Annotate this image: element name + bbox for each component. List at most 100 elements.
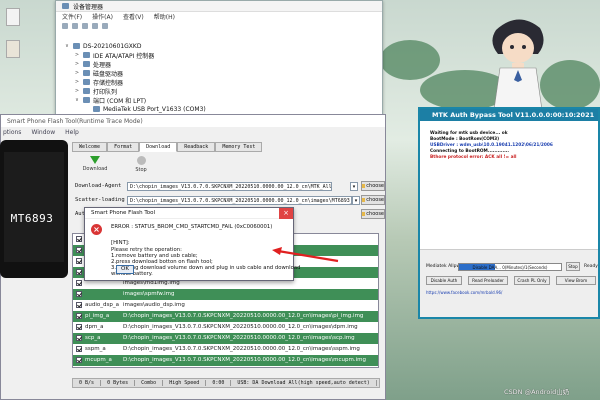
dialog-titlebar[interactable]: Smart Phone Flash Tool bbox=[85, 208, 293, 219]
disable-auth-button[interactable]: Disable Auth bbox=[426, 276, 462, 285]
dialog-title: Smart Phone Flash Tool bbox=[91, 210, 156, 216]
partition-checkbox[interactable] bbox=[76, 313, 82, 320]
partition-path: images\md1img.img bbox=[123, 280, 180, 287]
log-line: BootMode : BootRom(COM3) bbox=[430, 137, 500, 142]
partition-name: mcupm_a bbox=[85, 357, 112, 364]
partition-checkbox[interactable] bbox=[76, 269, 82, 276]
partition-path: D:\chopin_images_V13.0.7.0.SKPCNXM_20220… bbox=[123, 335, 355, 342]
expand-arrow-icon[interactable]: ∨ bbox=[64, 43, 70, 49]
download-agent-choose-button[interactable]: choose bbox=[361, 181, 385, 191]
phone-image bbox=[0, 140, 68, 278]
tab-readback[interactable]: Readback bbox=[177, 142, 216, 152]
partition-row[interactable]: pi_img_a D:\chopin_images_V13.0.7.0.SKPCN… bbox=[73, 311, 378, 322]
stop-button[interactable]: Stop bbox=[128, 154, 154, 178]
menu-options[interactable]: ptions bbox=[3, 129, 21, 136]
expand-arrow-icon[interactable]: > bbox=[74, 88, 80, 94]
device-icon bbox=[83, 61, 90, 67]
flash-tool-titlebar[interactable]: Smart Phone Flash Tool(Runtime Trace Mod… bbox=[1, 115, 385, 127]
menu-file[interactable]: 文件(F) bbox=[62, 12, 82, 21]
scatter-choose-button[interactable]: choose bbox=[361, 195, 385, 205]
expand-arrow-icon[interactable]: > bbox=[74, 79, 80, 85]
device-icon bbox=[73, 43, 80, 49]
read-preloader-button[interactable]: Read Preloader bbox=[468, 276, 508, 285]
partition-path: images\spmfw.img bbox=[123, 291, 175, 298]
expand-arrow-icon[interactable]: > bbox=[74, 52, 80, 58]
download-arrow-icon bbox=[90, 156, 100, 164]
menu-window[interactable]: Window bbox=[31, 129, 55, 136]
scatter-dropdown[interactable]: ▾ bbox=[352, 196, 360, 205]
partition-row[interactable]: images\spmfw.img bbox=[73, 289, 378, 300]
download-agent-input[interactable]: D:\chopin_images_V13.0.7.0.SKPCNXM_20220… bbox=[127, 182, 332, 191]
device-manager-icon bbox=[62, 3, 69, 9]
menu-help[interactable]: Help bbox=[65, 129, 79, 136]
red-arrow-annotation bbox=[272, 247, 339, 263]
error-message: ERROR : STATUS_BROM_CMD_STARTCMD_FAIL (0… bbox=[111, 224, 273, 230]
window-title: Smart Phone Flash Tool(Runtime Trace Mod… bbox=[7, 117, 143, 125]
ok-button[interactable]: OK bbox=[116, 265, 134, 274]
partition-path: D:\chopin_images_V13.0.7.0.SKPCNXM_20220… bbox=[123, 346, 360, 353]
status-bytes: 0 Bytes bbox=[101, 380, 136, 386]
partition-checkbox[interactable] bbox=[76, 280, 82, 287]
partition-checkbox[interactable] bbox=[76, 346, 82, 353]
expand-arrow-icon[interactable]: ∨ bbox=[74, 97, 80, 103]
download-button[interactable]: Download bbox=[82, 154, 108, 178]
partition-checkbox[interactable] bbox=[76, 291, 82, 298]
folder-icon bbox=[362, 198, 366, 202]
footer-link[interactable]: https://www.facebook.com/mrbald.96/ bbox=[426, 290, 502, 295]
partition-checkbox[interactable] bbox=[76, 236, 82, 243]
mtk-titlebar[interactable]: MTK Auth Bypass Tool V11.0.0.0:00:10:202… bbox=[420, 109, 598, 121]
partition-checkbox[interactable] bbox=[76, 357, 82, 364]
view-brom-button[interactable]: View Brom bbox=[556, 276, 596, 285]
auth-choose-button[interactable]: choose bbox=[361, 209, 385, 219]
folder-icon bbox=[362, 212, 366, 216]
partition-path: D:\chopin_images_V13.0.7.0.SKPCNXM_20220… bbox=[123, 324, 358, 331]
partition-row[interactable]: scp_a D:\chopin_images_V13.0.7.0.SKPCNXM_… bbox=[73, 333, 378, 344]
properties-icon[interactable] bbox=[82, 22, 88, 29]
menu-view[interactable]: 查看(V) bbox=[123, 12, 144, 21]
stop-button[interactable]: Stop bbox=[566, 262, 580, 271]
partition-checkbox[interactable] bbox=[76, 324, 82, 331]
partition-row[interactable]: mcupm_a D:\chopin_images_V13.0.7.0.SKPCNX… bbox=[73, 355, 378, 366]
tab-download[interactable]: Download bbox=[139, 142, 178, 152]
close-icon[interactable]: × bbox=[279, 208, 293, 219]
status-speed: 0 B/s bbox=[73, 380, 102, 386]
partition-checkbox[interactable] bbox=[76, 335, 82, 342]
menu-action[interactable]: 操作(A) bbox=[92, 12, 113, 21]
expand-arrow-icon[interactable]: > bbox=[74, 61, 80, 67]
download-agent-dropdown[interactable]: ▾ bbox=[350, 182, 358, 191]
partition-row[interactable]: sspm_a D:\chopin_images_V13.0.7.0.SKPCNXM… bbox=[73, 344, 378, 355]
device-tree-label: DS-20210601GXKD bbox=[83, 42, 142, 50]
desktop-file-icon[interactable] bbox=[6, 40, 20, 58]
partition-path: D:\chopin_images_V13.0.7.0.SKPCNXM_20220… bbox=[123, 313, 364, 320]
device-manager-titlebar[interactable]: 设备管理器 bbox=[56, 1, 382, 12]
partition-row[interactable]: audio_dsp_a images\audio_dsp.img bbox=[73, 300, 378, 311]
tab-welcome[interactable]: Welcome bbox=[72, 142, 108, 152]
back-icon[interactable] bbox=[62, 22, 68, 29]
device-tree-label: MediaTek USB Port_V1633 (COM3) bbox=[103, 105, 206, 113]
scatter-input[interactable]: D:\chopin_images_V13.0.7.0.SKPCNXM_20220… bbox=[127, 196, 352, 205]
device-manager-window: 设备管理器 文件(F) 操作(A) 查看(V) 帮助(H) ∨ DS-202106… bbox=[55, 0, 383, 123]
stop-label: Stop bbox=[135, 167, 147, 173]
window-title: 设备管理器 bbox=[73, 3, 104, 11]
crash-pl-only-button[interactable]: Crash PL Only bbox=[514, 276, 550, 285]
hint-header: [HINT]: bbox=[111, 240, 130, 246]
forward-icon[interactable] bbox=[72, 22, 78, 29]
expand-arrow-icon[interactable]: > bbox=[74, 70, 80, 76]
status-bar: 0 B/s 0 Bytes Combo High Speed 0:00 USB:… bbox=[72, 378, 380, 388]
partition-row[interactable]: dpm_a D:\chopin_images_V13.0.7.0.SKPCNXM_… bbox=[73, 322, 378, 333]
tab-memory-test[interactable]: Memory Test bbox=[215, 142, 263, 152]
progress-text: Disable DAA... 0(Minutes)/1(Seconds) bbox=[472, 265, 548, 270]
mtk-control-panel: Mediatek Allpwk Disable DAA... 0(Minutes… bbox=[420, 249, 598, 317]
menu-help[interactable]: 帮助(H) bbox=[154, 12, 175, 21]
partition-checkbox[interactable] bbox=[76, 247, 82, 254]
device-icon bbox=[83, 79, 90, 85]
partition-checkbox[interactable] bbox=[76, 302, 82, 309]
scan-hardware-icon[interactable] bbox=[102, 22, 108, 29]
partition-name: scp_a bbox=[85, 335, 101, 342]
partition-name: dpm_a bbox=[85, 324, 104, 331]
help-icon[interactable] bbox=[92, 22, 98, 29]
desktop-file-icon[interactable] bbox=[6, 8, 20, 26]
folder-icon bbox=[362, 184, 366, 188]
partition-checkbox[interactable] bbox=[76, 258, 82, 265]
tab-format[interactable]: Format bbox=[107, 142, 140, 152]
